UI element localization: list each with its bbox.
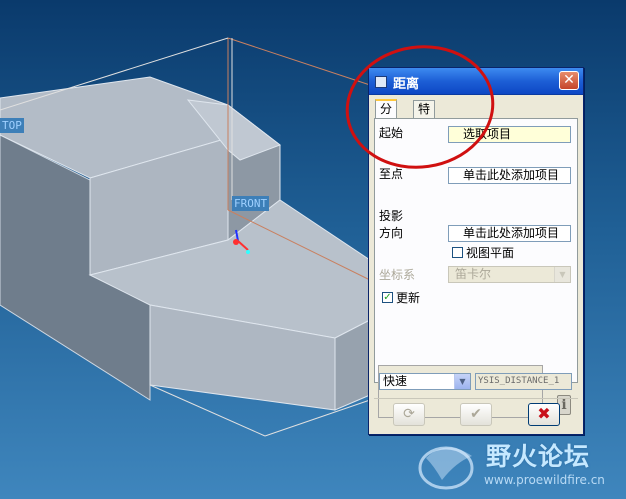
chevron-down-icon: ▼: [554, 267, 570, 282]
annotation-circle: [345, 45, 495, 169]
ok-button[interactable]: ✔: [460, 403, 492, 426]
dialog-button-bar: ⟳ ✔ ✖: [374, 398, 578, 432]
watermark-logo-icon: [418, 446, 474, 490]
watermark-title: 野火论坛: [486, 442, 591, 471]
analysis-name-field[interactable]: YSIS_DISTANCE_1: [475, 373, 572, 390]
mode-select-value: 快速: [383, 374, 408, 388]
chevron-down-icon: ▼: [454, 374, 470, 389]
cancel-button[interactable]: ✖: [528, 403, 560, 426]
direction-label: 方向: [379, 226, 404, 240]
view-plane-checkbox[interactable]: [452, 247, 463, 258]
datum-label-front: FRONT: [232, 196, 270, 211]
update-checkbox[interactable]: ✓: [382, 292, 393, 303]
watermark-url: www.proewildfire.cn: [484, 473, 605, 487]
csys-label: 坐标系: [379, 268, 416, 282]
csys-select-value: 笛卡尔: [455, 267, 492, 281]
update-label: 更新: [396, 291, 421, 305]
datum-label-top: TOP: [0, 118, 24, 133]
direction-collector[interactable]: 单击此处添加项目: [448, 225, 571, 242]
close-button[interactable]: ✕: [559, 71, 579, 90]
view-plane-label: 视图平面: [466, 246, 515, 260]
repaint-button[interactable]: ⟳: [393, 403, 425, 426]
csys-select[interactable]: 笛卡尔 ▼: [448, 266, 571, 283]
mode-select[interactable]: 快速 ▼: [379, 373, 471, 390]
projection-label: 投影: [379, 209, 404, 223]
